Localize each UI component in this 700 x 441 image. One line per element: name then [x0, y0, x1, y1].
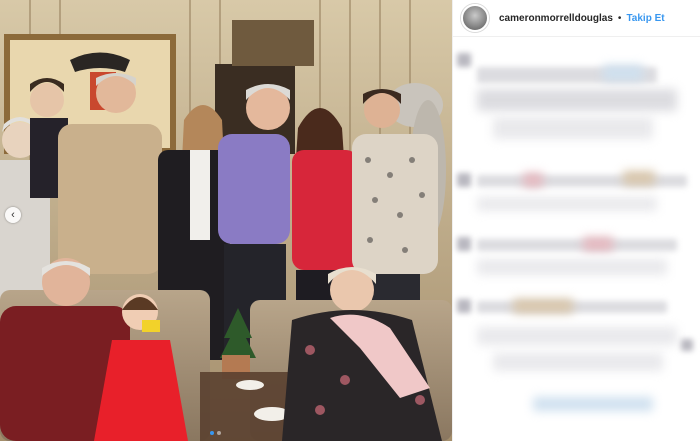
blurred-text: [477, 259, 667, 275]
carousel-dot-active: [210, 431, 214, 435]
blurred-text: [623, 171, 655, 185]
instagram-post-window: ‹ cameronmorrelldouglas • Takip Et: [0, 0, 700, 441]
post-photo[interactable]: ‹: [0, 0, 452, 441]
comment-avatar-blurred: [457, 53, 471, 67]
blurred-text: [583, 237, 613, 251]
blurred-text: [603, 65, 643, 81]
blurred-text: [477, 197, 657, 211]
blurred-icon: [681, 339, 693, 351]
blurred-text: [477, 175, 687, 187]
carousel-prev-button[interactable]: ‹: [5, 207, 21, 223]
carousel-indicator: [210, 431, 221, 435]
chevron-left-icon: ‹: [11, 208, 15, 221]
carousel-dot: [217, 431, 221, 435]
follow-button[interactable]: Takip Et: [626, 13, 664, 24]
blurred-text: [513, 299, 573, 313]
blurred-text: [533, 397, 653, 411]
family-photo-image: [0, 0, 452, 441]
blurred-comments-area: [453, 37, 700, 441]
profile-avatar-icon[interactable]: [461, 4, 489, 32]
blurred-text: [493, 353, 663, 371]
blurred-text: [493, 117, 653, 139]
post-sidebar: cameronmorrelldouglas • Takip Et: [452, 0, 700, 441]
blurred-text: [477, 327, 677, 345]
comment-avatar-blurred: [457, 299, 471, 313]
blurred-text: [477, 239, 677, 251]
header-separator: •: [617, 12, 622, 24]
post-header: cameronmorrelldouglas • Takip Et: [453, 0, 700, 37]
comment-avatar-blurred: [457, 237, 471, 251]
blurred-text: [477, 89, 677, 111]
username-link[interactable]: cameronmorrelldouglas: [499, 13, 613, 24]
comment-avatar-blurred: [457, 173, 471, 187]
blurred-text: [523, 173, 543, 187]
